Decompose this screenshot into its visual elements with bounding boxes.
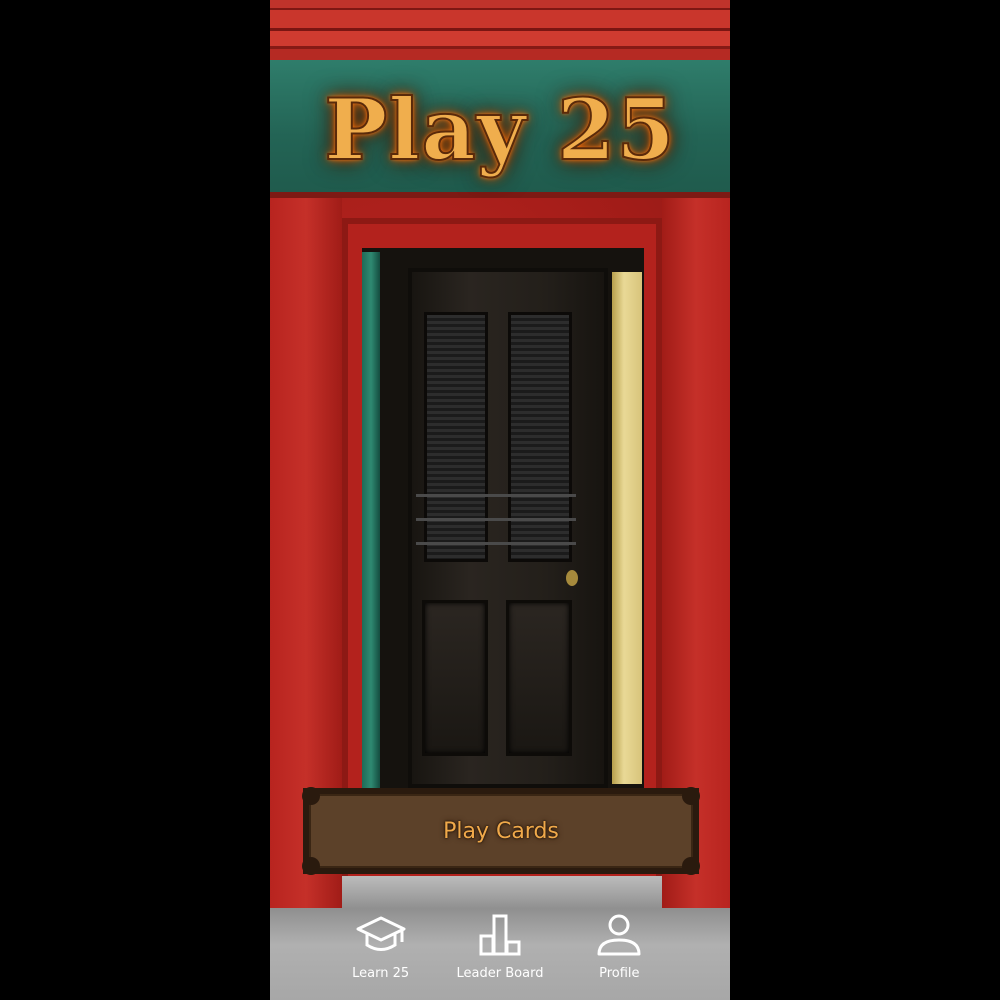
door-step <box>342 876 662 910</box>
nav-label-leaderboard: Leader Board <box>456 966 544 981</box>
inner-yellow-wall <box>612 272 642 784</box>
door-window-right <box>508 312 572 562</box>
nav-label-profile: Profile <box>599 966 640 981</box>
bottom-nav: Learn 25 Leader Board Profile <box>270 908 730 1000</box>
door-window-left <box>424 312 488 562</box>
button-corner-ornament <box>302 857 320 875</box>
door-panel-left <box>422 600 488 756</box>
play-cards-button[interactable]: Play Cards <box>302 787 700 875</box>
storefront-cornice <box>270 0 730 60</box>
nav-item-learn[interactable]: Learn 25 <box>330 908 431 981</box>
nav-label-learn: Learn 25 <box>352 966 410 981</box>
inner-door <box>408 268 608 788</box>
user-icon <box>597 914 641 956</box>
door-bar <box>416 542 576 545</box>
graduation-cap-icon <box>356 916 406 951</box>
app-title: Play 25 <box>323 79 676 180</box>
play-cards-label: Play Cards <box>443 818 559 844</box>
nav-item-profile[interactable]: Profile <box>569 908 670 981</box>
open-green-door <box>362 252 380 788</box>
play-cards-button-panel: Play Cards <box>302 787 700 875</box>
door-panel-right <box>506 600 572 756</box>
bar-chart-icon <box>479 914 521 956</box>
button-corner-ornament <box>682 787 700 805</box>
door-bar <box>416 494 576 497</box>
button-corner-ornament <box>682 857 700 875</box>
app-screen: Play 25 Play Cards Learn 25 Leader Board… <box>270 0 730 1000</box>
button-corner-ornament <box>302 787 320 805</box>
door-knob <box>566 570 578 586</box>
door-bar <box>416 518 576 521</box>
nav-item-leaderboard[interactable]: Leader Board <box>449 908 550 981</box>
